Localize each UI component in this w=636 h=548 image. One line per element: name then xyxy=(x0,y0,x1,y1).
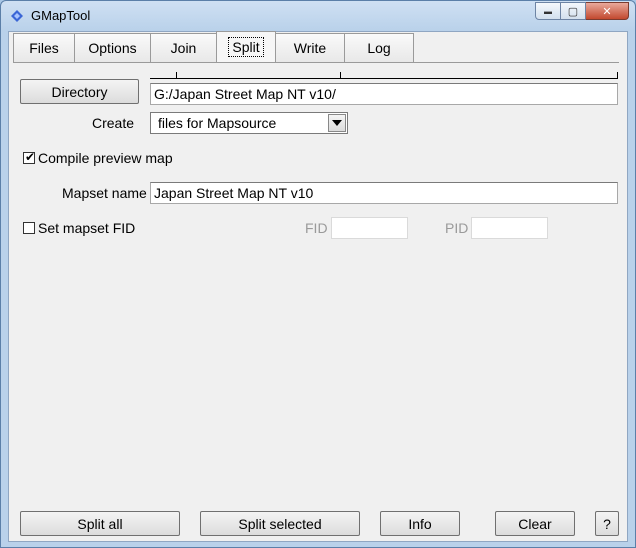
create-select[interactable]: files for Mapsource xyxy=(150,112,348,134)
tab-join[interactable]: Join xyxy=(150,33,217,62)
pid-field[interactable] xyxy=(471,217,548,239)
create-selected-value: files for Mapsource xyxy=(158,115,277,131)
tab-options[interactable]: Options xyxy=(74,33,151,62)
tab-bar: Files Options Join Split Write Log xyxy=(13,31,414,63)
minimize-button[interactable]: ▬ xyxy=(535,2,561,20)
split-all-button[interactable]: Split all xyxy=(20,511,180,536)
tab-files[interactable]: Files xyxy=(13,33,75,62)
ruler-line xyxy=(150,78,618,79)
diamond-icon xyxy=(11,10,23,22)
tab-label: Join xyxy=(170,40,197,56)
window-controls: ▬ ▢ ✕ xyxy=(535,2,629,20)
fid-label: FID xyxy=(305,220,328,236)
compile-preview-checkbox[interactable]: ✔ xyxy=(23,150,36,164)
mapset-name-field[interactable]: Japan Street Map NT v10 xyxy=(150,182,618,204)
close-icon: ✕ xyxy=(602,5,612,18)
create-label: Create xyxy=(92,115,135,131)
app-window: GMapTool ▬ ▢ ✕ Files Options Join Split … xyxy=(0,0,636,548)
clear-button[interactable]: Clear xyxy=(495,511,575,536)
minimize-icon: ▬ xyxy=(544,6,552,16)
tab-label: Split xyxy=(228,37,264,57)
tab-label: Write xyxy=(293,40,327,56)
maximize-icon: ▢ xyxy=(567,5,579,18)
split-panel: Directory G:/Japan Street Map NT v10/ Cr… xyxy=(13,63,619,541)
tab-log[interactable]: Log xyxy=(344,33,414,62)
directory-button[interactable]: Directory xyxy=(20,79,139,104)
directory-field[interactable]: G:/Japan Street Map NT v10/ xyxy=(150,83,618,105)
pid-label: PID xyxy=(445,220,469,236)
client-area: Files Options Join Split Write Log Direc… xyxy=(8,31,628,542)
set-fid-label: Set mapset FID xyxy=(38,220,136,236)
triangle-down-icon[interactable] xyxy=(328,114,346,132)
compile-preview-label: Compile preview map xyxy=(38,150,173,166)
tab-label: Options xyxy=(88,40,137,56)
help-button[interactable]: ? xyxy=(595,511,619,536)
checkmark-icon: ✔ xyxy=(25,150,36,164)
close-button[interactable]: ✕ xyxy=(586,2,629,20)
tab-label: Files xyxy=(29,40,59,56)
split-selected-button[interactable]: Split selected xyxy=(200,511,360,536)
ruler-tick xyxy=(617,72,618,79)
mapset-name-label: Mapset name xyxy=(62,185,147,201)
window-title: GMapTool xyxy=(31,8,91,23)
tab-split[interactable]: Split xyxy=(216,31,276,62)
info-button[interactable]: Info xyxy=(380,511,460,536)
title-bar: GMapTool ▬ ▢ ✕ xyxy=(1,1,635,31)
tab-label: Log xyxy=(367,40,391,56)
fid-field[interactable] xyxy=(331,217,408,239)
set-fid-checkbox[interactable] xyxy=(23,222,35,234)
maximize-button[interactable]: ▢ xyxy=(561,2,586,20)
tab-write[interactable]: Write xyxy=(275,33,345,62)
